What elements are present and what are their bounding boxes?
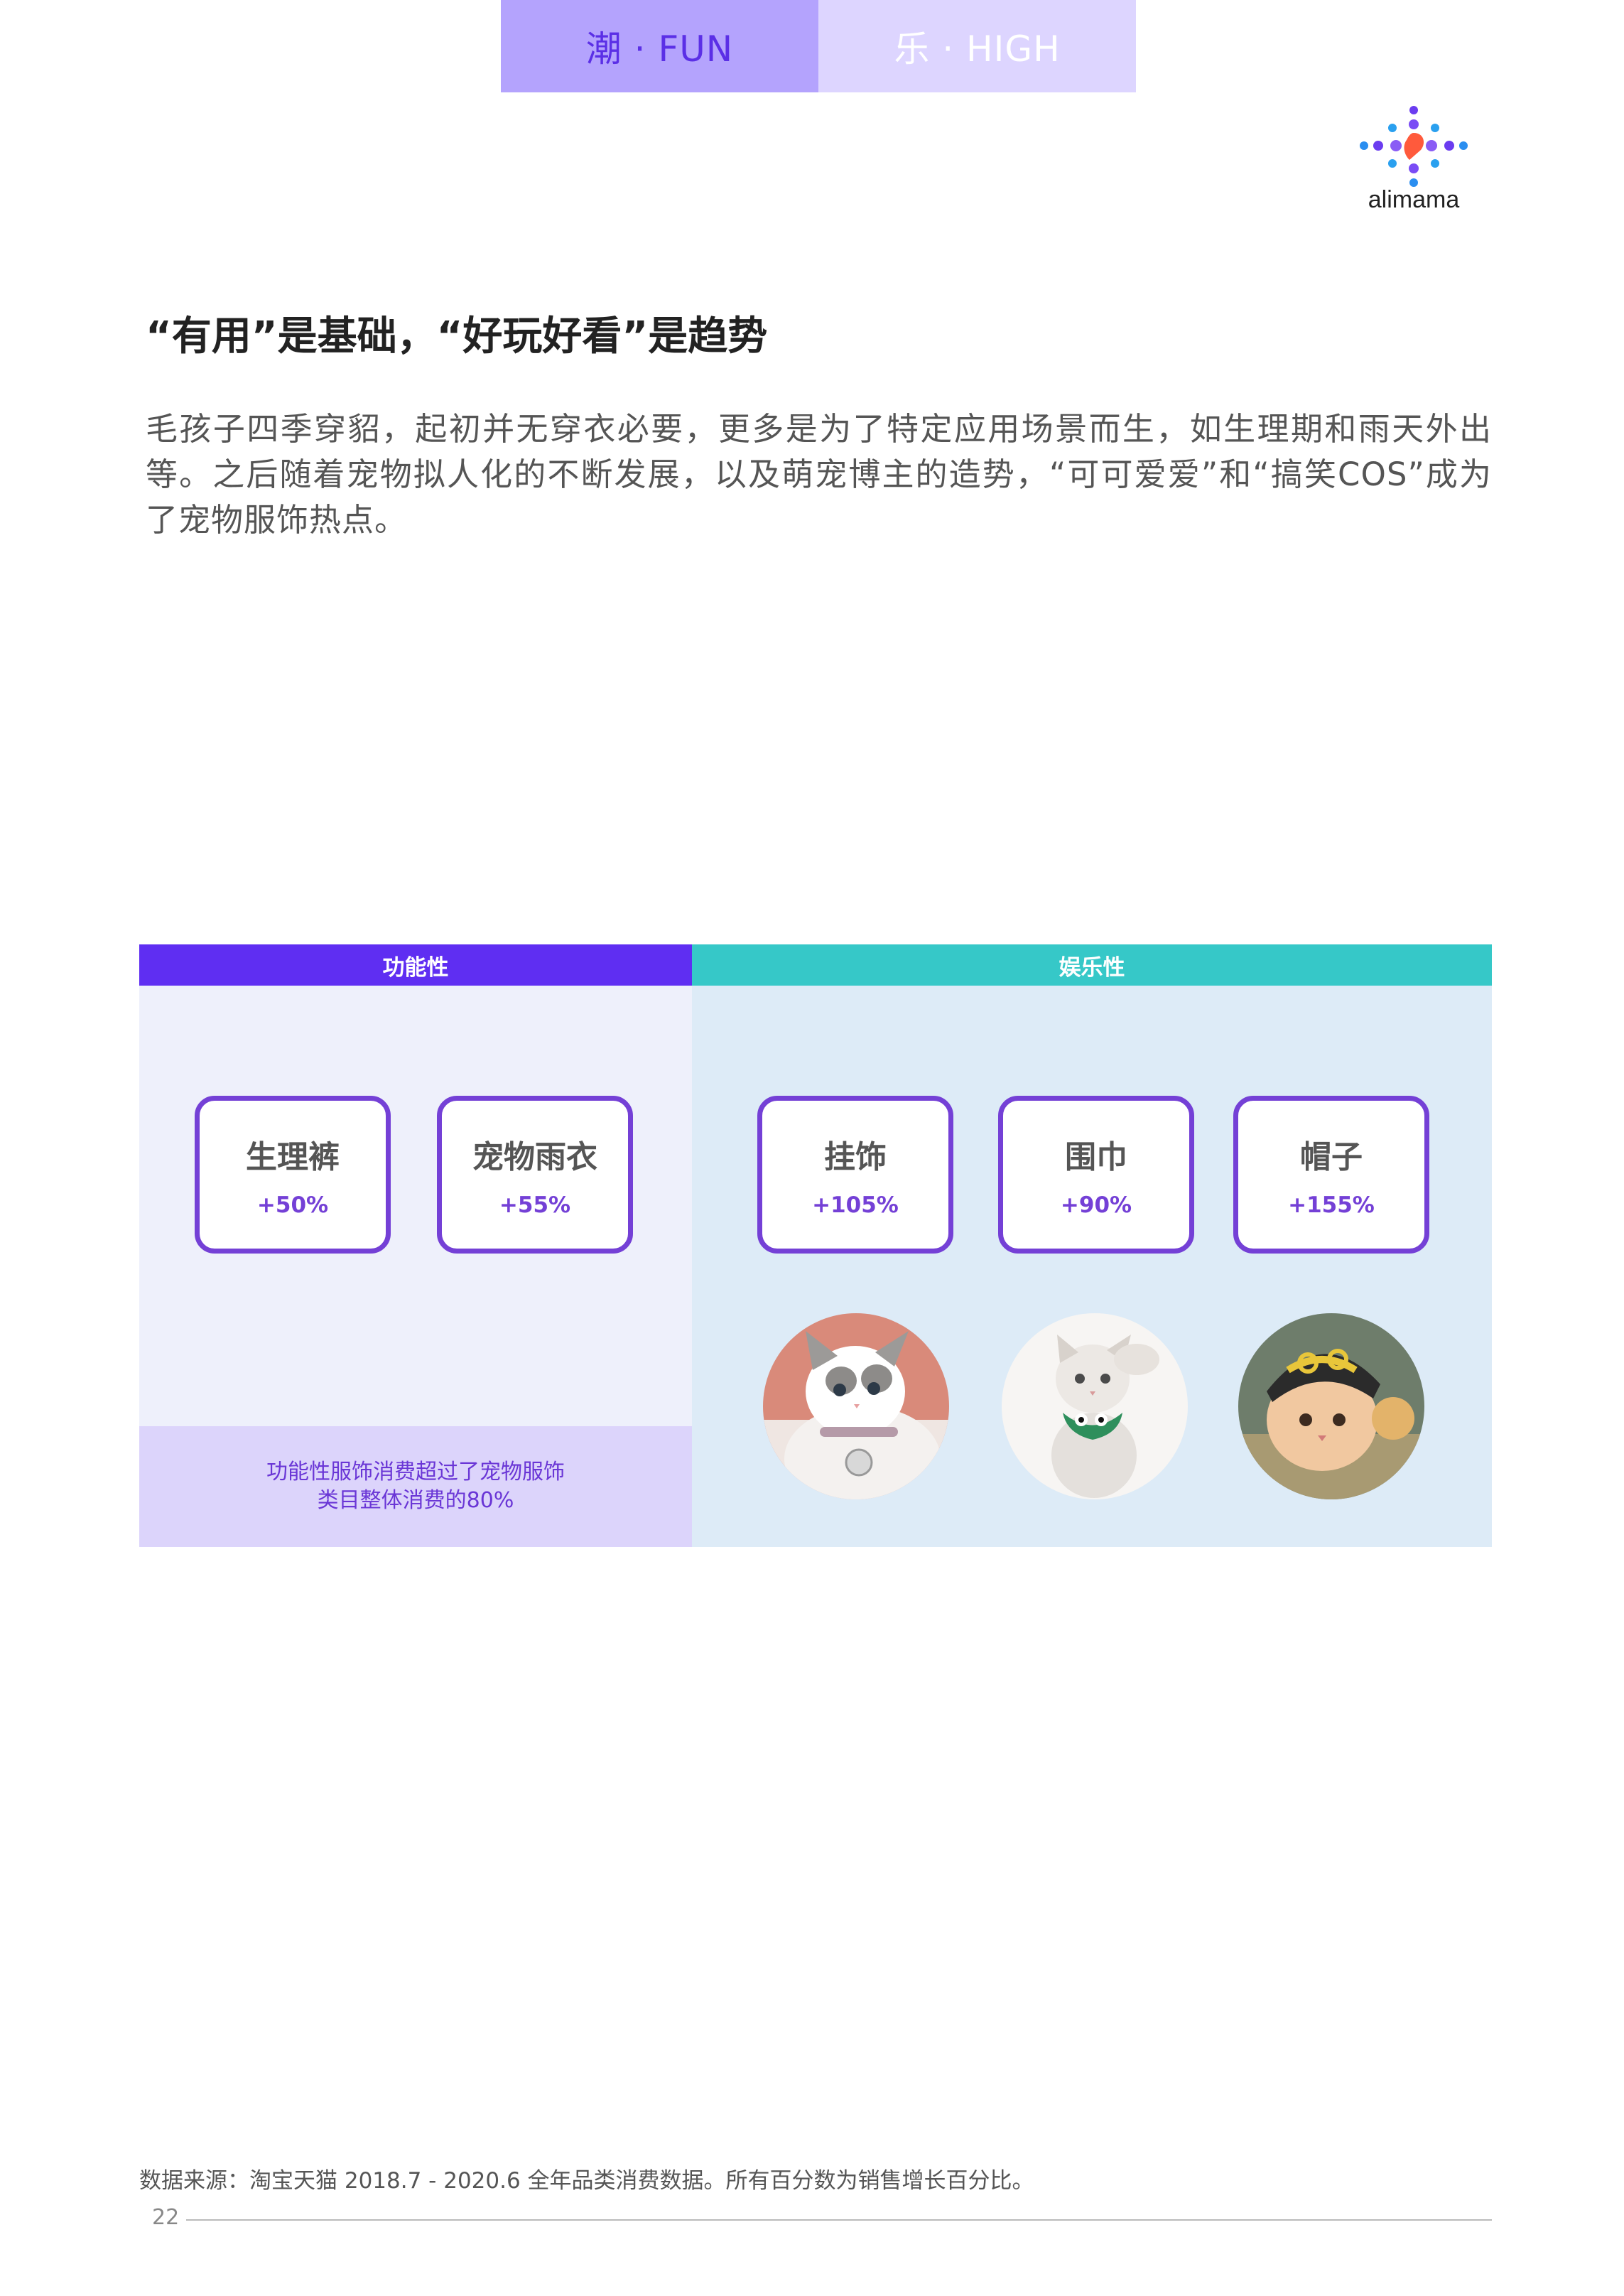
cat-hat-photo [1238,1313,1424,1499]
cat-pendant-photo [763,1313,949,1499]
functional-note-line1: 功能性服饰消费超过了宠物服饰 [266,1460,565,1484]
card-hat: 帽子 +155% [1233,1096,1429,1254]
card-name: 宠物雨衣 [472,1139,597,1175]
tab-fun[interactable]: 潮 · FUN [501,0,818,92]
tab-high[interactable]: 乐 · HIGH [818,0,1136,92]
intro-paragraph: 毛孩子四季穿貂，起初并无穿衣必要，更多是为了特定应用场景而生，如生理期和雨天外出… [146,410,1492,539]
card-pendant: 挂饰 +105% [757,1096,953,1254]
card-value: +50% [256,1192,329,1218]
card-value: +105% [812,1192,899,1218]
data-source: 数据来源：淘宝天猫 2018.7 - 2020.6 全年品类消费数据。所有百分数… [139,2168,1034,2194]
functional-header: 功能性 [139,944,692,986]
card-scarf: 围巾 +90% [998,1096,1194,1254]
footer-divider [186,2219,1492,2221]
entertainment-header: 娱乐性 [692,944,1492,986]
logo-text: alimama [1368,186,1460,213]
page-number: 22 [152,2205,180,2230]
card-name: 帽子 [1300,1139,1363,1175]
cat-scarf-photo [1002,1313,1188,1499]
card-value: +155% [1288,1192,1375,1218]
functional-note-line2: 类目整体消费的80% [317,1488,514,1513]
card-period-pants: 生理裤 +50% [195,1096,391,1254]
card-name: 生理裤 [246,1139,340,1175]
card-value: +55% [499,1192,571,1218]
card-pet-raincoat: 宠物雨衣 +55% [437,1096,633,1254]
card-name: 围巾 [1065,1139,1127,1175]
card-name: 挂饰 [824,1139,887,1175]
card-value: +90% [1060,1192,1132,1218]
page-title: “有用”是基础，“好玩好看”是趋势 [146,313,768,360]
functional-note: 功能性服饰消费超过了宠物服饰 类目整体消费的80% [139,1426,692,1547]
